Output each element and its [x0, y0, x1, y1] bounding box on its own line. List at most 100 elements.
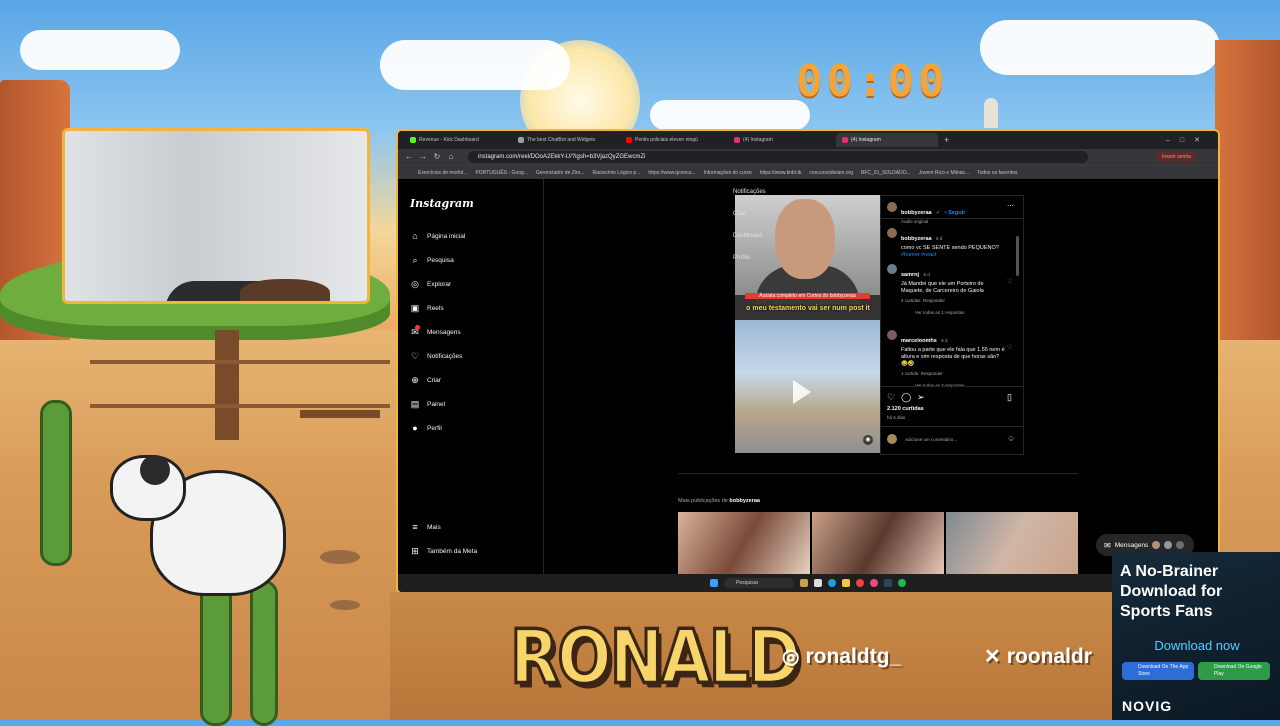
comment-user[interactable]: marceloomhs — [901, 338, 937, 344]
nav-item-profile[interactable]: ● Perfil — [410, 423, 442, 433]
nav-item-search[interactable]: ⌕ Pesquisa — [410, 255, 453, 265]
bookmark-item[interactable]: Todos os favoritos — [977, 170, 1017, 176]
browser-tab[interactable]: (4) Instagram — [728, 133, 830, 147]
divider — [881, 386, 1023, 387]
nav-item-plus[interactable]: ⊕ Criar — [410, 375, 441, 385]
nav-item-compass[interactable]: ◎ Explorar — [410, 279, 451, 289]
reel-menu-item[interactable]: Profile — [733, 255, 750, 261]
reel-banner: Assista completo em Cortes do bobbyzeraa — [745, 293, 870, 299]
comment-like-icon[interactable]: ♡ — [1007, 344, 1012, 351]
comment-avatar[interactable] — [887, 330, 897, 340]
bookmark-item[interactable]: Gerenciador de Ziro... — [536, 170, 585, 176]
nav-item-menu[interactable]: ≡ Mais — [410, 522, 440, 532]
app-icon[interactable] — [870, 579, 878, 587]
mute-icon[interactable]: ◉ — [863, 435, 873, 445]
emoji-icon[interactable]: ☺ — [1007, 434, 1015, 443]
nav-label: Criar — [427, 376, 442, 384]
bookmark-item[interactable]: Informações do curso — [704, 170, 752, 176]
bookmark-item[interactable]: Raciocínio Lógico p... — [593, 170, 641, 176]
home-icon[interactable]: ⌂ — [446, 152, 456, 162]
nav-item-reels[interactable]: ▣ Reels — [410, 303, 444, 313]
widgets-icon[interactable] — [800, 579, 808, 587]
app-store-badge[interactable]: Download On The App Store — [1122, 662, 1194, 680]
post-thumbnail[interactable] — [812, 512, 944, 574]
browser-tab-active[interactable]: (4) Instagram — [836, 133, 938, 147]
nav-label: Perfil — [427, 424, 442, 432]
chrome-icon[interactable] — [856, 579, 864, 587]
nav-item-meta[interactable]: ⊞ Também da Meta — [410, 546, 477, 556]
cloud — [980, 20, 1220, 75]
caption-author[interactable]: bobbyzeraa — [901, 236, 932, 242]
bookmark-item[interactable]: BFC_01_SOLDADO... — [861, 170, 911, 176]
task-view-icon[interactable] — [814, 579, 822, 587]
share-icon[interactable]: ➢ — [917, 392, 925, 403]
follow-link[interactable]: • Seguir — [945, 210, 966, 216]
comment-text: Faltou a parte que ele fala que 1.55 nem… — [901, 347, 1005, 367]
reel-menu-item[interactable]: Notificações — [733, 189, 766, 195]
bookmark-item[interactable]: PORTUGUÊS - Goog... — [475, 170, 527, 176]
bookmark-item[interactable]: Jovem Rico e Milnas... — [919, 170, 969, 176]
back-icon[interactable]: ← — [404, 152, 414, 162]
post-thumbnail[interactable] — [678, 512, 810, 574]
rock — [320, 550, 360, 564]
likes-count[interactable]: 2.120 curtidas — [887, 406, 924, 412]
streamer-banner: RONALD ◎ ronaldtg_ ✕ roonaldr — [390, 592, 1112, 720]
ad-cta[interactable]: Download now — [1122, 638, 1272, 653]
divider — [881, 426, 1023, 427]
browser-tab[interactable]: Revenue - Kick Dashboard — [404, 133, 506, 147]
windows-start-icon[interactable] — [710, 579, 718, 587]
bookmark-item[interactable]: concursoideiam.org — [809, 170, 853, 176]
browser-tab[interactable]: Pentis policiais eleven ningú — [620, 133, 722, 147]
instagram-logo[interactable]: Instagram — [410, 197, 474, 210]
profile-chip[interactable]: Inserir senha — [1156, 152, 1197, 162]
spotify-icon[interactable] — [898, 579, 906, 587]
bookmark-item[interactable]: https://www.tinbt.tk — [760, 170, 802, 176]
forward-icon[interactable]: → — [418, 152, 428, 162]
ad-panel[interactable]: A No-Brainer Download for Sports Fans Do… — [1112, 552, 1280, 720]
more-options-icon[interactable]: ⋯ — [1007, 202, 1014, 210]
folder-icon[interactable] — [842, 579, 850, 587]
reload-icon[interactable]: ↻ — [432, 152, 442, 162]
edge-icon[interactable] — [828, 579, 836, 587]
new-tab-button[interactable]: + — [944, 135, 949, 145]
menu-icon: ≡ — [412, 522, 418, 532]
caption-hashtags[interactable]: #humor #react — [901, 252, 1013, 259]
reply-link[interactable]: Responder — [923, 298, 945, 303]
browser-tab[interactable]: The best ChatBot and Widgets — [512, 133, 614, 147]
post-thumbnail[interactable] — [946, 512, 1078, 574]
heart-icon: ♡ — [410, 351, 420, 361]
nav-item-heart[interactable]: ♡ Notificações — [410, 351, 462, 361]
home-icon: ⌂ — [412, 231, 418, 241]
comment-likes[interactable]: 4 curtidas — [901, 298, 921, 303]
comment-like-icon[interactable]: ♡ — [1007, 278, 1012, 285]
comments-scrollbar[interactable] — [1016, 236, 1019, 276]
comment-input[interactable]: Adicione um comentário... — [905, 437, 1001, 442]
view-replies-link[interactable]: Ver todas as 1 respostas — [901, 310, 1005, 315]
author-avatar[interactable] — [887, 202, 897, 212]
reply-link[interactable]: Responder — [921, 371, 943, 376]
play-icon[interactable] — [793, 380, 811, 404]
comment-likes[interactable]: 1 curtida — [901, 371, 918, 376]
nav-item-dashboard[interactable]: ▤ Painel — [410, 399, 445, 409]
reel-menu-item[interactable]: Criar — [733, 211, 746, 217]
like-icon[interactable]: ♡ — [887, 392, 895, 403]
reel-menu-item[interactable]: Dashboard — [733, 233, 762, 239]
window-controls[interactable]: –□✕ — [1166, 136, 1210, 144]
bookmark-item[interactable]: https://www.qconcu... — [648, 170, 695, 176]
comment-avatar[interactable] — [887, 264, 897, 274]
audio-label[interactable]: Áudio original — [901, 219, 1011, 224]
post-actions: ♡ ◯ ➢ — [887, 392, 925, 403]
nav-item-home[interactable]: ⌂ Página inicial — [410, 231, 465, 241]
caption-avatar[interactable] — [887, 228, 897, 238]
bookmark-item[interactable]: Exercícios de morfol... — [418, 170, 467, 176]
taskbar-search[interactable]: Pesquisar — [724, 578, 794, 588]
google-play-badge[interactable]: Download On Google Play — [1198, 662, 1270, 680]
steam-icon[interactable] — [884, 579, 892, 587]
comment-icon[interactable]: ◯ — [901, 392, 911, 403]
meta-icon: ⊞ — [411, 546, 419, 556]
comment-time: 6 d — [941, 338, 948, 343]
comment-user[interactable]: samrnj — [901, 272, 919, 278]
url-field[interactable]: instagram.com/reel/DOoA2EkkY-U/?igsh=b3V… — [468, 151, 1088, 163]
save-icon[interactable]: ▯ — [1007, 392, 1012, 403]
author-name[interactable]: bobbyzeraa — [901, 210, 932, 216]
